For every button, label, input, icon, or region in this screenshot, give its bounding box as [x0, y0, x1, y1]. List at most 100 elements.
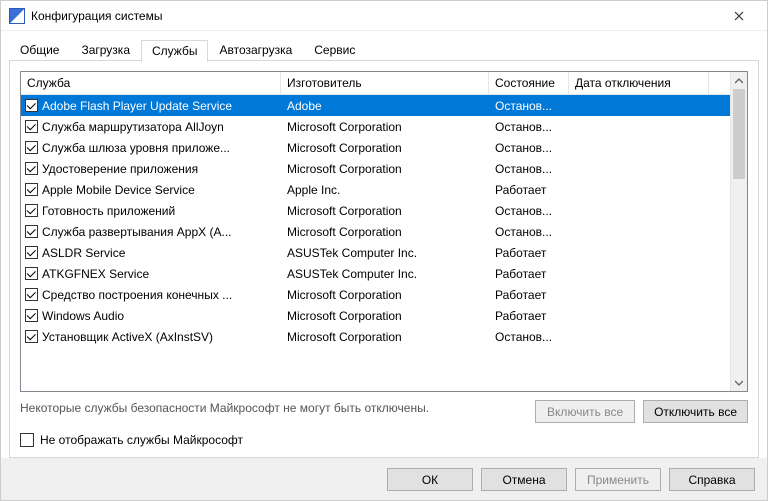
close-button[interactable]	[719, 2, 759, 30]
service-state: Останов...	[489, 225, 569, 239]
enable-all-button[interactable]: Включить все	[535, 400, 635, 423]
service-state: Останов...	[489, 120, 569, 134]
scroll-down-button[interactable]	[731, 374, 747, 391]
table-row[interactable]: Удостоверение приложения Microsoft Corpor…	[21, 158, 730, 179]
service-checkbox[interactable]	[25, 204, 38, 217]
service-checkbox[interactable]	[25, 99, 38, 112]
service-manufacturer: Microsoft Corporation	[281, 120, 489, 134]
app-icon	[9, 8, 25, 24]
tab-strip: Общие Загрузка Службы Автозагрузка Серви…	[9, 37, 759, 61]
service-manufacturer: Microsoft Corporation	[281, 288, 489, 302]
listview-header: Служба Изготовитель Состояние Дата отклю…	[21, 72, 730, 95]
chevron-down-icon	[735, 380, 743, 386]
table-row[interactable]: Служба шлюза уровня приложе... Microsoft …	[21, 137, 730, 158]
service-name: Готовность приложений	[42, 204, 175, 218]
table-row[interactable]: Apple Mobile Device Service Apple Inc.Раб…	[21, 179, 730, 200]
service-manufacturer: Adobe	[281, 99, 489, 113]
tab-tools[interactable]: Сервис	[303, 39, 366, 61]
disable-all-button[interactable]: Отключить все	[643, 400, 748, 423]
column-header-manufacturer[interactable]: Изготовитель	[281, 72, 489, 94]
service-state: Работает	[489, 246, 569, 260]
service-checkbox[interactable]	[25, 162, 38, 175]
scroll-track[interactable]	[731, 89, 747, 374]
service-checkbox[interactable]	[25, 225, 38, 238]
close-icon	[734, 11, 744, 21]
column-header-date[interactable]: Дата отключения	[569, 72, 709, 94]
content-area: Общие Загрузка Службы Автозагрузка Серви…	[1, 31, 767, 458]
hide-microsoft-checkbox[interactable]	[20, 433, 34, 447]
listview-body: Служба Изготовитель Состояние Дата отклю…	[21, 72, 730, 391]
ok-button[interactable]: ОК	[387, 468, 473, 491]
service-checkbox[interactable]	[25, 267, 38, 280]
hide-microsoft-label: Не отображать службы Майкрософт	[40, 433, 243, 447]
service-name: ASLDR Service	[42, 246, 125, 260]
table-row[interactable]: Служба маршрутизатора AllJoyn Microsoft C…	[21, 116, 730, 137]
service-checkbox[interactable]	[25, 246, 38, 259]
column-header-state[interactable]: Состояние	[489, 72, 569, 94]
service-state: Останов...	[489, 330, 569, 344]
tab-panel-services: Служба Изготовитель Состояние Дата отклю…	[9, 60, 759, 458]
table-row[interactable]: Windows Audio Microsoft CorporationРабота…	[21, 305, 730, 326]
service-name: Средство построения конечных ...	[42, 288, 232, 302]
service-manufacturer: Microsoft Corporation	[281, 309, 489, 323]
service-state: Останов...	[489, 141, 569, 155]
service-state: Работает	[489, 288, 569, 302]
tab-general[interactable]: Общие	[9, 39, 70, 61]
service-name: Служба маршрутизатора AllJoyn	[42, 120, 224, 134]
service-checkbox[interactable]	[25, 330, 38, 343]
tab-services[interactable]: Службы	[141, 40, 208, 62]
table-row[interactable]: Установщик ActiveX (AxInstSV) Microsoft C…	[21, 326, 730, 347]
service-name: Служба шлюза уровня приложе...	[42, 141, 230, 155]
service-manufacturer: ASUSTek Computer Inc.	[281, 246, 489, 260]
apply-button[interactable]: Применить	[575, 468, 661, 491]
table-row[interactable]: ASLDR Service ASUSTek Computer Inc.Работа…	[21, 242, 730, 263]
scroll-thumb[interactable]	[733, 89, 745, 179]
service-manufacturer: Microsoft Corporation	[281, 204, 489, 218]
tab-startup[interactable]: Автозагрузка	[208, 39, 303, 61]
service-name: Adobe Flash Player Update Service	[42, 99, 232, 113]
service-checkbox[interactable]	[25, 120, 38, 133]
service-checkbox[interactable]	[25, 183, 38, 196]
titlebar: Конфигурация системы	[1, 1, 767, 31]
service-manufacturer: Microsoft Corporation	[281, 162, 489, 176]
vertical-scrollbar[interactable]	[730, 72, 747, 391]
service-name: Apple Mobile Device Service	[42, 183, 195, 197]
table-row[interactable]: ATKGFNEX Service ASUSTek Computer Inc.Раб…	[21, 263, 730, 284]
service-name: Удостоверение приложения	[42, 162, 198, 176]
help-button[interactable]: Справка	[669, 468, 755, 491]
service-manufacturer: ASUSTek Computer Inc.	[281, 267, 489, 281]
service-state: Останов...	[489, 162, 569, 176]
scroll-up-button[interactable]	[731, 72, 747, 89]
table-row[interactable]: Средство построения конечных ... Microsof…	[21, 284, 730, 305]
table-row[interactable]: Adobe Flash Player Update Service AdobeОс…	[21, 95, 730, 116]
service-state: Останов...	[489, 204, 569, 218]
services-listview[interactable]: Служба Изготовитель Состояние Дата отклю…	[20, 71, 748, 392]
service-manufacturer: Microsoft Corporation	[281, 141, 489, 155]
msconfig-window: Конфигурация системы Общие Загрузка Служ…	[0, 0, 768, 501]
column-header-service[interactable]: Служба	[21, 72, 281, 94]
service-manufacturer: Microsoft Corporation	[281, 225, 489, 239]
service-state: Работает	[489, 267, 569, 281]
service-name: Служба развертывания AppX (A...	[42, 225, 232, 239]
below-list-row: Некоторые службы безопасности Майкрософт…	[20, 400, 748, 423]
service-manufacturer: Microsoft Corporation	[281, 330, 489, 344]
chevron-up-icon	[735, 78, 743, 84]
table-row[interactable]: Служба развертывания AppX (A... Microsoft…	[21, 221, 730, 242]
security-note: Некоторые службы безопасности Майкрософт…	[20, 400, 527, 416]
listview-rows: Adobe Flash Player Update ServiceAdobeОс…	[21, 95, 730, 391]
service-state: Останов...	[489, 99, 569, 113]
hide-microsoft-row: Не отображать службы Майкрософт	[20, 433, 748, 447]
service-checkbox[interactable]	[25, 309, 38, 322]
service-state: Работает	[489, 309, 569, 323]
service-checkbox[interactable]	[25, 141, 38, 154]
tab-boot[interactable]: Загрузка	[70, 39, 141, 61]
service-checkbox[interactable]	[25, 288, 38, 301]
service-state: Работает	[489, 183, 569, 197]
service-name: Windows Audio	[42, 309, 124, 323]
service-name: Установщик ActiveX (AxInstSV)	[42, 330, 213, 344]
service-name: ATKGFNEX Service	[42, 267, 149, 281]
cancel-button[interactable]: Отмена	[481, 468, 567, 491]
service-manufacturer: Apple Inc.	[281, 183, 489, 197]
table-row[interactable]: Готовность приложений Microsoft Corporati…	[21, 200, 730, 221]
window-title: Конфигурация системы	[31, 9, 719, 23]
